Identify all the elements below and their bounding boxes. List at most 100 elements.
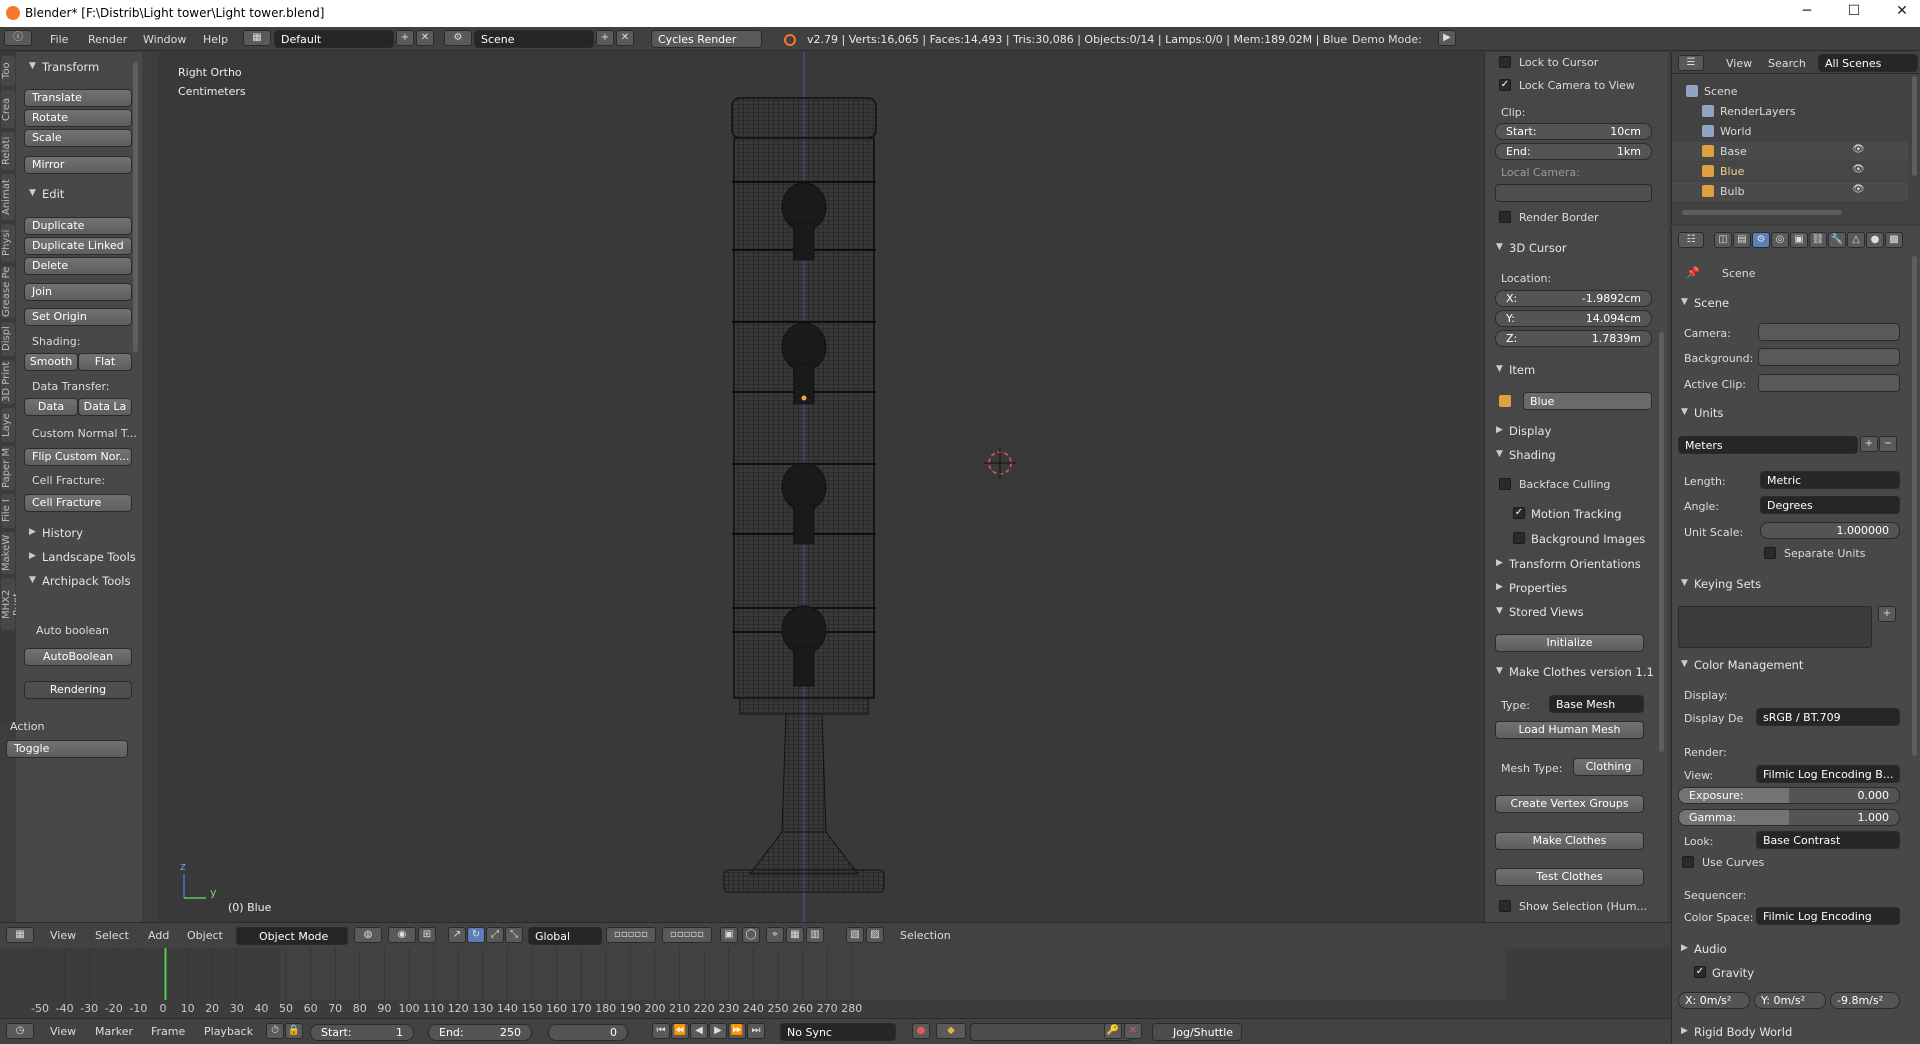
add-keying-set-icon[interactable]: +: [1878, 606, 1896, 622]
outliner-scrollbar[interactable]: [1912, 76, 1917, 176]
look-dropdown[interactable]: Base Contrast: [1756, 831, 1900, 849]
scene-tab-icon[interactable]: ⚙: [1752, 232, 1770, 248]
create-vertex-groups-button[interactable]: Create Vertex Groups: [1495, 795, 1644, 813]
motion-tracking-checkbox[interactable]: ✓: [1513, 507, 1525, 519]
gravity-y-field[interactable]: Y: 0m/s²: [1754, 992, 1826, 1009]
remove-preset-icon[interactable]: −: [1879, 436, 1897, 452]
tool-shelf-scrollbar[interactable]: [133, 62, 138, 352]
tool-tab-3[interactable]: Animat: [1, 174, 15, 220]
properties-scrollbar[interactable]: [1912, 256, 1917, 756]
set-origin-dropdown[interactable]: Set Origin: [24, 308, 132, 326]
backface-culling-checkbox[interactable]: [1499, 478, 1511, 490]
record-icon[interactable]: ●: [912, 1023, 930, 1039]
transform-header[interactable]: Transform ▼: [29, 60, 99, 74]
test-clothes-button[interactable]: Test Clothes: [1495, 868, 1644, 886]
view-menu[interactable]: View: [50, 929, 76, 942]
3d-viewport[interactable]: Right Ortho Centimeters y z (0) Blue: [158, 52, 1484, 922]
background-field[interactable]: [1758, 348, 1900, 366]
marker-menu[interactable]: Marker: [95, 1025, 133, 1038]
outliner-display-mode[interactable]: All Scenes: [1818, 54, 1918, 72]
delete-keyframe-icon[interactable]: ✕: [1124, 1023, 1142, 1039]
visibility-eye-icon[interactable]: 👁: [1852, 164, 1865, 175]
3d-cursor-icon[interactable]: [984, 447, 1016, 479]
type-dropdown[interactable]: Base Mesh: [1549, 695, 1644, 713]
close-button[interactable]: ✕: [1887, 3, 1917, 19]
add-layout-icon[interactable]: +: [396, 30, 414, 46]
screen-layout-icon[interactable]: ▦: [243, 30, 271, 46]
motion-tracking-header[interactable]: Motion Tracking: [1531, 507, 1622, 521]
jump-end-icon[interactable]: ⏭: [747, 1023, 765, 1039]
minimize-button[interactable]: ─: [1792, 3, 1822, 19]
tool-tab-5[interactable]: Grease Pe: [1, 266, 15, 318]
background-images-header[interactable]: Background Images: [1531, 532, 1645, 546]
3d-cursor-header[interactable]: 3D Cursor ▼: [1496, 241, 1567, 255]
data-button[interactable]: Data: [24, 398, 78, 416]
add-menu[interactable]: Add: [148, 929, 169, 942]
insert-keyframe-icon[interactable]: 🔑: [1104, 1023, 1122, 1039]
end-frame-field[interactable]: End: 250: [428, 1024, 532, 1041]
snap-toggle-icon[interactable]: ⌖: [766, 927, 784, 943]
units-preset-dropdown[interactable]: Meters: [1678, 436, 1858, 454]
autoboolean-button[interactable]: AutoBoolean: [24, 648, 132, 666]
join-button[interactable]: Join: [24, 283, 132, 301]
tool-tab-4[interactable]: Physi: [1, 224, 15, 262]
rendering-button[interactable]: Rendering: [24, 681, 132, 699]
outliner-view-menu[interactable]: View: [1726, 57, 1752, 70]
history-header[interactable]: History ▶: [29, 526, 83, 540]
mesh-type-field[interactable]: Clothing: [1573, 758, 1644, 776]
timeline[interactable]: -50 -40 -30 -20 -10 0 10 20 30 40 50 60 70 80 90 100 110…: [0, 948, 1671, 1020]
rotate-manipulator-icon[interactable]: ↻: [467, 927, 485, 943]
timeline-view-menu[interactable]: View: [50, 1025, 76, 1038]
remove-scene-icon[interactable]: ✕: [616, 30, 634, 46]
data-tab-icon[interactable]: △: [1847, 232, 1865, 248]
properties-shelf-scrollbar[interactable]: [1659, 332, 1664, 752]
proportional-edit-icon[interactable]: ◯: [742, 927, 760, 943]
flat-button[interactable]: Flat: [78, 353, 132, 371]
mirror-button[interactable]: Mirror: [24, 156, 132, 174]
gravity-z-field[interactable]: -9.8m/s²: [1830, 992, 1900, 1009]
units-panel-header[interactable]: Units ▼: [1681, 406, 1723, 420]
outliner-item[interactable]: Base 👁: [1672, 142, 1908, 161]
render-tab-icon[interactable]: ◫: [1714, 232, 1732, 248]
outliner-hscrollbar[interactable]: [1682, 210, 1842, 215]
gamma-slider[interactable]: Gamma: 1.000: [1678, 809, 1900, 826]
viewport-shading-icon[interactable]: ◍: [354, 927, 382, 943]
outliner-item[interactable]: Blue 👁: [1672, 162, 1908, 181]
translate-manipulator-icon[interactable]: ↗: [448, 927, 466, 943]
prev-keyframe-icon[interactable]: ⏪: [671, 1023, 689, 1039]
menu-render[interactable]: Render: [88, 33, 127, 46]
render-layers-tab-icon[interactable]: ▤: [1733, 232, 1751, 248]
separate-units-checkbox[interactable]: [1764, 547, 1776, 559]
tool-tab-11[interactable]: MakeW: [1, 532, 15, 574]
light-tower-wireframe[interactable]: [158, 52, 1484, 922]
info-editor-icon[interactable]: ⓘ: [4, 30, 32, 46]
flip-custom-normals-button[interactable]: Flip Custom Nor...: [24, 448, 132, 466]
transform-orientations-header[interactable]: Transform Orientations ▶: [1496, 557, 1641, 571]
play-icon[interactable]: ▶: [709, 1023, 727, 1039]
outliner-item[interactable]: Bulb 👁: [1672, 182, 1908, 201]
landscape-tools-header[interactable]: Landscape Tools ▶: [29, 550, 136, 564]
clip-start-field[interactable]: Start: 10cm: [1495, 123, 1652, 140]
render-engine-select[interactable]: Cycles Render: [651, 30, 762, 48]
exposure-slider[interactable]: Exposure: 0.000: [1678, 787, 1900, 804]
object-menu[interactable]: Object: [187, 929, 223, 942]
layers-grid-1-icon[interactable]: ▫▫▫▫▫: [606, 927, 656, 943]
local-view-icon[interactable]: ▣: [720, 927, 738, 943]
make-clothes-header[interactable]: Make Clothes version 1.1 ▼: [1496, 665, 1654, 679]
keying-sets-header[interactable]: Keying Sets ▼: [1681, 577, 1761, 591]
play-reverse-icon[interactable]: ◀: [690, 1023, 708, 1039]
gravity-x-field[interactable]: X: 0m/s²: [1678, 992, 1750, 1009]
scale-button[interactable]: Scale: [24, 129, 132, 147]
delete-button[interactable]: Delete: [24, 257, 132, 275]
sync-mode-dropdown[interactable]: No Sync: [780, 1023, 896, 1041]
material-tab-icon[interactable]: ●: [1866, 232, 1884, 248]
menu-window[interactable]: Window: [143, 33, 186, 46]
archipack-tools-header[interactable]: Archipack Tools ▼: [29, 574, 130, 588]
outliner-editor-icon[interactable]: ☰: [1678, 55, 1704, 71]
visibility-eye-icon[interactable]: 👁: [1852, 184, 1865, 195]
stored-views-header[interactable]: Stored Views ▼: [1496, 605, 1584, 619]
smooth-button[interactable]: Smooth: [24, 353, 78, 371]
duplicate-button[interactable]: Duplicate: [24, 217, 132, 235]
cursor-x-field[interactable]: X: -1.9892cm: [1495, 290, 1652, 307]
frame-menu[interactable]: Frame: [151, 1025, 185, 1038]
